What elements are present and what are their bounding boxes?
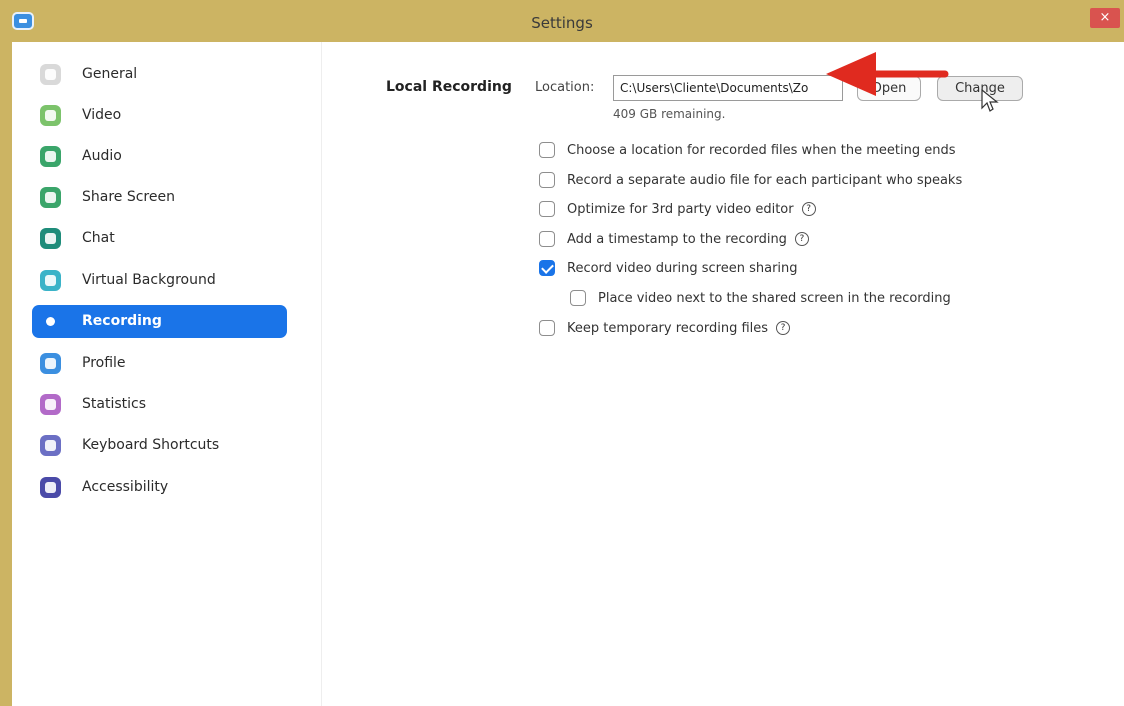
mouse-pointer-icon <box>981 88 999 112</box>
settings-window: Settings × General Video Audio Share Scr… <box>0 0 1124 706</box>
red-arrow-annotation <box>826 52 949 96</box>
